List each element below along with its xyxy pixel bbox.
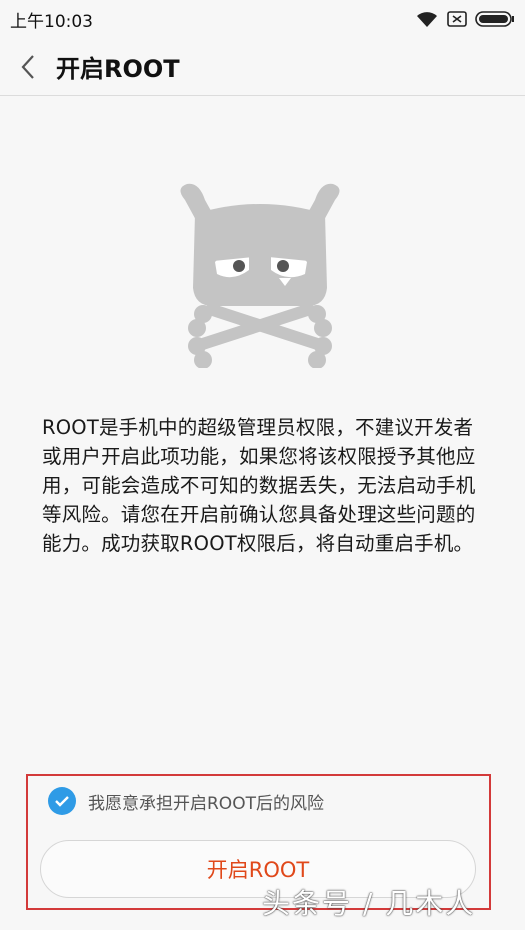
agree-checkbox[interactable] bbox=[48, 787, 76, 815]
back-arrow-icon bbox=[21, 54, 34, 79]
status-time: 上午10:03 bbox=[10, 11, 93, 32]
battery-icon bbox=[475, 11, 514, 27]
page-title: 开启ROOT bbox=[56, 55, 180, 83]
watermark-text: 头条号 / 几木人 bbox=[262, 887, 476, 920]
checkmark-icon bbox=[55, 796, 69, 807]
root-mascot-icon bbox=[180, 183, 340, 368]
back-button[interactable] bbox=[0, 38, 56, 96]
agree-risk-checkbox-row[interactable]: 我愿意承担开启ROOT后的风险 bbox=[48, 787, 324, 815]
agree-label: 我愿意承担开启ROOT后的风险 bbox=[88, 793, 324, 814]
wifi-icon bbox=[417, 12, 437, 27]
header-bar: 开启ROOT bbox=[0, 38, 525, 96]
root-description: ROOT是手机中的超级管理员权限，不建议开发者或用户开启此项功能，如果您将该权限… bbox=[42, 416, 476, 555]
status-icons bbox=[415, 10, 515, 28]
status-bar: 上午10:03 bbox=[0, 0, 525, 38]
no-sim-icon bbox=[447, 11, 467, 27]
